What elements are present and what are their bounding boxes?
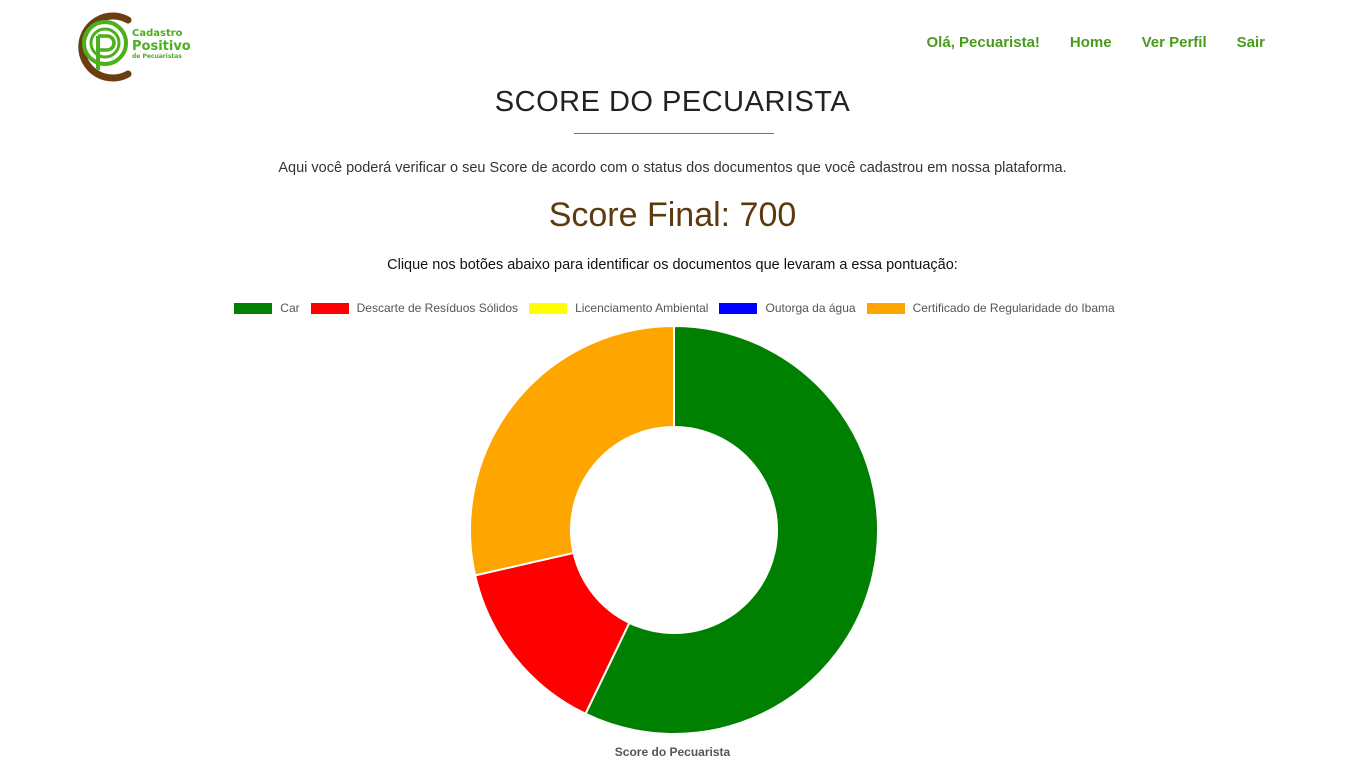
page-title: SCORE DO PECUARISTA [494,86,851,118]
nav-greeting-link[interactable]: Olá, Pecuarista! [927,34,1040,51]
legend-swatch [529,302,568,314]
legend-swatch [866,302,905,314]
nav-profile-link[interactable]: Ver Perfil [1142,34,1207,51]
legend-label: Car [280,301,300,315]
brand-line3: de Pecuaristas [132,53,182,60]
legend-swatch [234,302,273,314]
legend-item[interactable]: Car [234,301,300,315]
legend-label: Descarte de Resíduos Sólidos [356,301,519,315]
nav-links: Olá, Pecuarista! Home Ver Perfil Sair [927,34,1265,51]
legend-label: Outorga da água [765,301,856,315]
legend-item[interactable]: Outorga da água [719,301,856,315]
brand-name: Cadastro Positivo de Pecuaristas [132,29,191,60]
legend-label: Certificado de Regularidade do Ibama [912,301,1115,315]
final-score: Score Final: 700 [548,196,797,234]
intro-text: Aqui você poderá verificar o seu Score d… [278,160,1067,176]
legend-item[interactable]: Licenciamento Ambiental [529,301,708,315]
legend-item[interactable]: Descarte de Resíduos Sólidos [310,301,519,315]
legend-item[interactable]: Certificado de Regularidade do Ibama [866,301,1115,315]
legend-swatch [310,302,349,314]
chart-title: Score do Pecuarista [614,745,731,759]
brand-line2: Positivo [132,39,191,54]
legend-swatch [719,302,758,314]
brand-line1: Cadastro [132,28,183,39]
nav-logout-link[interactable]: Sair [1237,34,1265,51]
brand-logo[interactable]: Cadastro Positivo de Pecuaristas [70,12,200,82]
logo-mark-icon [78,12,132,82]
chart-slice-certificado-de-regularidade-do-ibama[interactable] [469,324,675,577]
navbar: Cadastro Positivo de Pecuaristas Olá, Pe… [0,0,1345,88]
chart-legend: Car Descarte de Resíduos Sólidos Licenciam… [0,301,1345,315]
title-divider [574,133,774,134]
nav-home-link[interactable]: Home [1070,34,1112,51]
legend-label: Licenciamento Ambiental [575,301,709,315]
instruction-text: Clique nos botões abaixo para identifica… [387,257,958,273]
